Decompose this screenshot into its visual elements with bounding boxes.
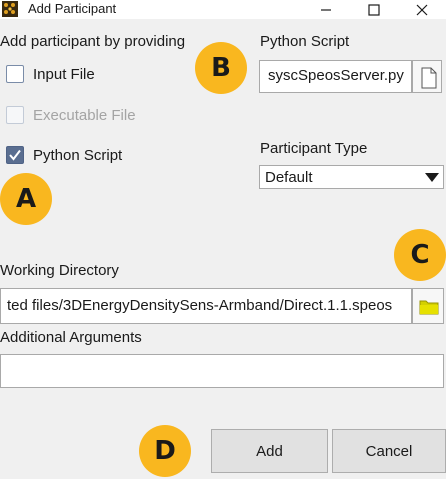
annotation-badge-a: A	[0, 173, 52, 225]
working-directory-input[interactable]: ted files/3DEnergyDensitySens-Armband/Di…	[0, 288, 412, 324]
input-file-label: Input File	[33, 65, 95, 83]
maximize-icon	[368, 3, 380, 16]
python-script-field-label: Python Script	[260, 33, 350, 50]
executable-file-option: Executable File	[6, 104, 136, 126]
input-file-checkbox[interactable]	[6, 65, 24, 83]
title-bar: Add Participant	[0, 0, 446, 19]
close-button[interactable]	[400, 0, 444, 19]
folder-icon	[419, 300, 439, 315]
annotation-badge-b: B	[195, 42, 247, 94]
maximize-button[interactable]	[352, 0, 396, 19]
additional-arguments-input[interactable]	[0, 354, 444, 388]
participant-type-select[interactable]: Default	[259, 165, 444, 189]
executable-file-checkbox	[6, 106, 24, 124]
participant-type-label: Participant Type	[260, 140, 368, 157]
cancel-button[interactable]: Cancel	[332, 429, 446, 473]
executable-file-label: Executable File	[33, 106, 136, 124]
file-icon	[421, 67, 437, 89]
python-script-input[interactable]: syscSpeosServer.py	[259, 60, 412, 93]
annotation-badge-d: D	[139, 425, 191, 477]
python-script-browse-button[interactable]	[412, 60, 442, 93]
participant-type-value: Default	[265, 169, 313, 186]
add-button[interactable]: Add	[211, 429, 328, 473]
working-directory-label: Working Directory	[0, 262, 119, 279]
input-file-option[interactable]: Input File	[6, 63, 95, 85]
minimize-button[interactable]	[304, 0, 348, 19]
additional-arguments-label: Additional Arguments	[0, 329, 142, 346]
python-script-label: Python Script	[33, 146, 123, 164]
app-icon	[2, 1, 18, 17]
python-script-option[interactable]: Python Script	[6, 144, 122, 166]
python-script-checkbox[interactable]	[6, 146, 24, 164]
close-icon	[416, 4, 428, 15]
chevron-down-icon	[425, 173, 439, 182]
minimize-icon	[321, 8, 331, 11]
window-title: Add Participant	[28, 1, 117, 16]
checkmark-icon	[9, 149, 21, 161]
annotation-badge-c: C	[394, 229, 446, 281]
working-directory-browse-button[interactable]	[412, 288, 444, 324]
provide-label: Add participant by providing	[0, 33, 186, 50]
